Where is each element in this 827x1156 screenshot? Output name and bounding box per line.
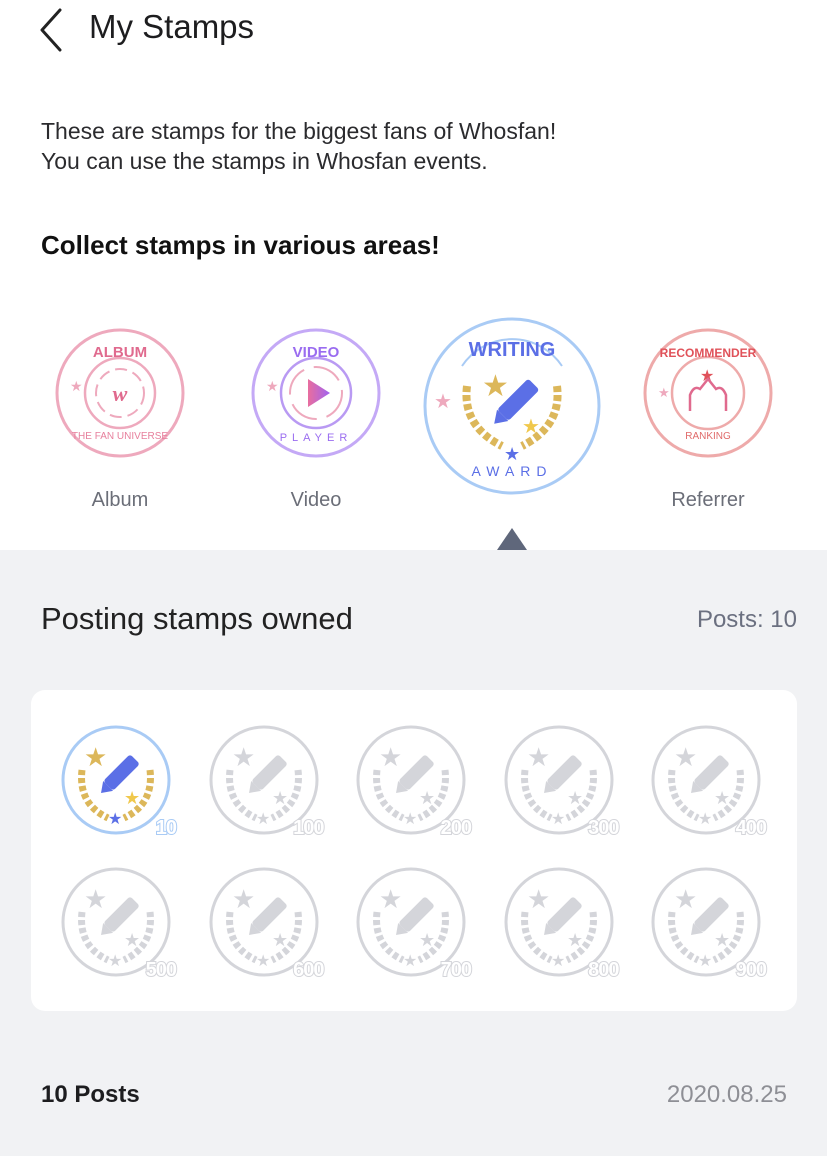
badge-value: 700: [440, 958, 473, 982]
svg-text:★: ★: [551, 953, 565, 970]
svg-text:★: ★: [482, 370, 509, 403]
svg-text:★: ★: [419, 788, 435, 808]
svg-text:★: ★: [379, 742, 402, 772]
writing-stamp-icon: WRITING ★ ★ ★ ★ AWARD: [423, 317, 601, 495]
svg-text:★: ★: [272, 930, 288, 950]
referrer-stamp-top: RECOMMENDER: [660, 346, 757, 360]
category-label: Referrer: [671, 489, 745, 511]
svg-text:★: ★: [527, 742, 550, 772]
intro-line-1: These are stamps for the biggest fans of…: [41, 118, 557, 144]
category-label: Video: [290, 489, 342, 511]
chevron-left-icon: [40, 8, 62, 52]
svg-text:★: ★: [84, 742, 107, 772]
svg-text:★: ★: [698, 953, 712, 970]
svg-text:★: ★: [108, 811, 122, 828]
album-stamp-top: ALBUM: [93, 344, 147, 361]
svg-text:★: ★: [674, 742, 697, 772]
album-stamp-icon: ALBUM w ★ THE FAN UNIVERSE: [55, 328, 185, 458]
posting-stamp-badge[interactable]: ★ ★ ★ 400: [650, 724, 768, 840]
category-referrer[interactable]: RECOMMENDER ★ ★ RANKING Referrer: [642, 327, 774, 511]
intro-text: These are stamps for the biggest fans of…: [41, 116, 556, 176]
intro-line-2: You can use the stamps in Whosfan events…: [41, 148, 488, 174]
referrer-stamp-icon: RECOMMENDER ★ ★ RANKING: [643, 328, 773, 458]
svg-text:★: ★: [674, 884, 697, 914]
badge-value: 500: [145, 958, 178, 982]
posting-stamp-badge[interactable]: ★ ★ ★ 300: [503, 724, 621, 840]
album-stamp-bottom: THE FAN UNIVERSE: [72, 431, 168, 442]
svg-text:★: ★: [256, 811, 270, 828]
svg-text:★: ★: [403, 811, 417, 828]
svg-text:★: ★: [419, 930, 435, 950]
svg-text:★: ★: [84, 884, 107, 914]
badge-value: 10: [155, 816, 178, 840]
category-video[interactable]: VIDEO ★ PLAYER Video: [250, 327, 382, 511]
posting-stamp-badge[interactable]: ★ ★ ★ 200: [355, 724, 473, 840]
writing-stamp-top: WRITING: [469, 339, 556, 361]
writing-stamp-bottom: AWARD: [471, 463, 552, 479]
svg-text:★: ★: [379, 884, 402, 914]
posting-stamp-badge[interactable]: ★ ★ ★ 900: [650, 866, 768, 982]
svg-text:★: ★: [124, 930, 140, 950]
svg-text:★: ★: [658, 385, 670, 400]
svg-text:★: ★: [567, 930, 583, 950]
selected-category-pointer: [497, 528, 527, 550]
svg-text:w: w: [113, 381, 128, 406]
svg-text:★: ★: [124, 788, 140, 808]
svg-text:★: ★: [403, 953, 417, 970]
posting-stamp-badge[interactable]: ★ ★ ★ 100: [208, 724, 326, 840]
svg-text:★: ★: [256, 953, 270, 970]
posting-stamp-badge[interactable]: ★ ★ ★ 600: [208, 866, 326, 982]
badge-grid-card: ★ ★ ★ 10 ★ ★ ★ 100 ★ ★ ★ 200 ★ ★ ★ 300 ★ ★ ★ 400 ★ ★ ★ 500 ★ ★ ★ 60…: [31, 690, 797, 1011]
collect-heading: Collect stamps in various areas!: [41, 230, 440, 260]
svg-text:★: ★: [567, 788, 583, 808]
posts-count: Posts: 10: [696, 606, 797, 633]
badge-value: 200: [440, 816, 473, 840]
badge-value: 800: [587, 958, 620, 982]
svg-text:★: ★: [272, 788, 288, 808]
svg-text:★: ★: [108, 953, 122, 970]
top-section: [0, 0, 827, 550]
posting-stamp-badge[interactable]: ★ ★ ★ 800: [503, 866, 621, 982]
svg-text:★: ★: [504, 444, 520, 464]
history-date: 2020.08.25: [666, 1081, 787, 1108]
badge-value: 300: [587, 816, 620, 840]
category-label: Album: [91, 489, 149, 511]
svg-text:★: ★: [434, 391, 452, 413]
badge-value: 400: [735, 816, 768, 840]
posting-stamp-badge[interactable]: ★ ★ ★ 700: [355, 866, 473, 982]
video-stamp-top: VIDEO: [293, 344, 340, 361]
owned-section-title: Posting stamps owned: [41, 601, 353, 636]
page-title: My Stamps: [89, 8, 255, 45]
svg-text:★: ★: [714, 788, 730, 808]
history-label: 10 Posts: [41, 1081, 140, 1108]
badge-value: 900: [735, 958, 768, 982]
category-writing[interactable]: WRITING ★ ★ ★ ★ AWARD: [422, 316, 602, 496]
svg-text:★: ★: [232, 884, 255, 914]
svg-text:★: ★: [527, 884, 550, 914]
referrer-stamp-bottom: RANKING: [685, 431, 731, 442]
category-album[interactable]: ALBUM w ★ THE FAN UNIVERSE Album: [54, 327, 186, 511]
video-stamp-bottom: PLAYER: [280, 432, 353, 444]
svg-text:★: ★: [698, 811, 712, 828]
posting-stamp-badge[interactable]: ★ ★ ★ 10: [60, 724, 178, 840]
svg-text:★: ★: [232, 742, 255, 772]
svg-text:★: ★: [266, 378, 279, 394]
posting-stamp-badge[interactable]: ★ ★ ★ 500: [60, 866, 178, 982]
svg-text:★: ★: [714, 930, 730, 950]
back-button[interactable]: [36, 6, 76, 52]
video-stamp-icon: VIDEO ★ PLAYER: [251, 328, 381, 458]
svg-text:★: ★: [70, 378, 83, 394]
badge-value: 600: [292, 958, 325, 982]
svg-text:★: ★: [551, 811, 565, 828]
badge-value: 100: [292, 816, 325, 840]
